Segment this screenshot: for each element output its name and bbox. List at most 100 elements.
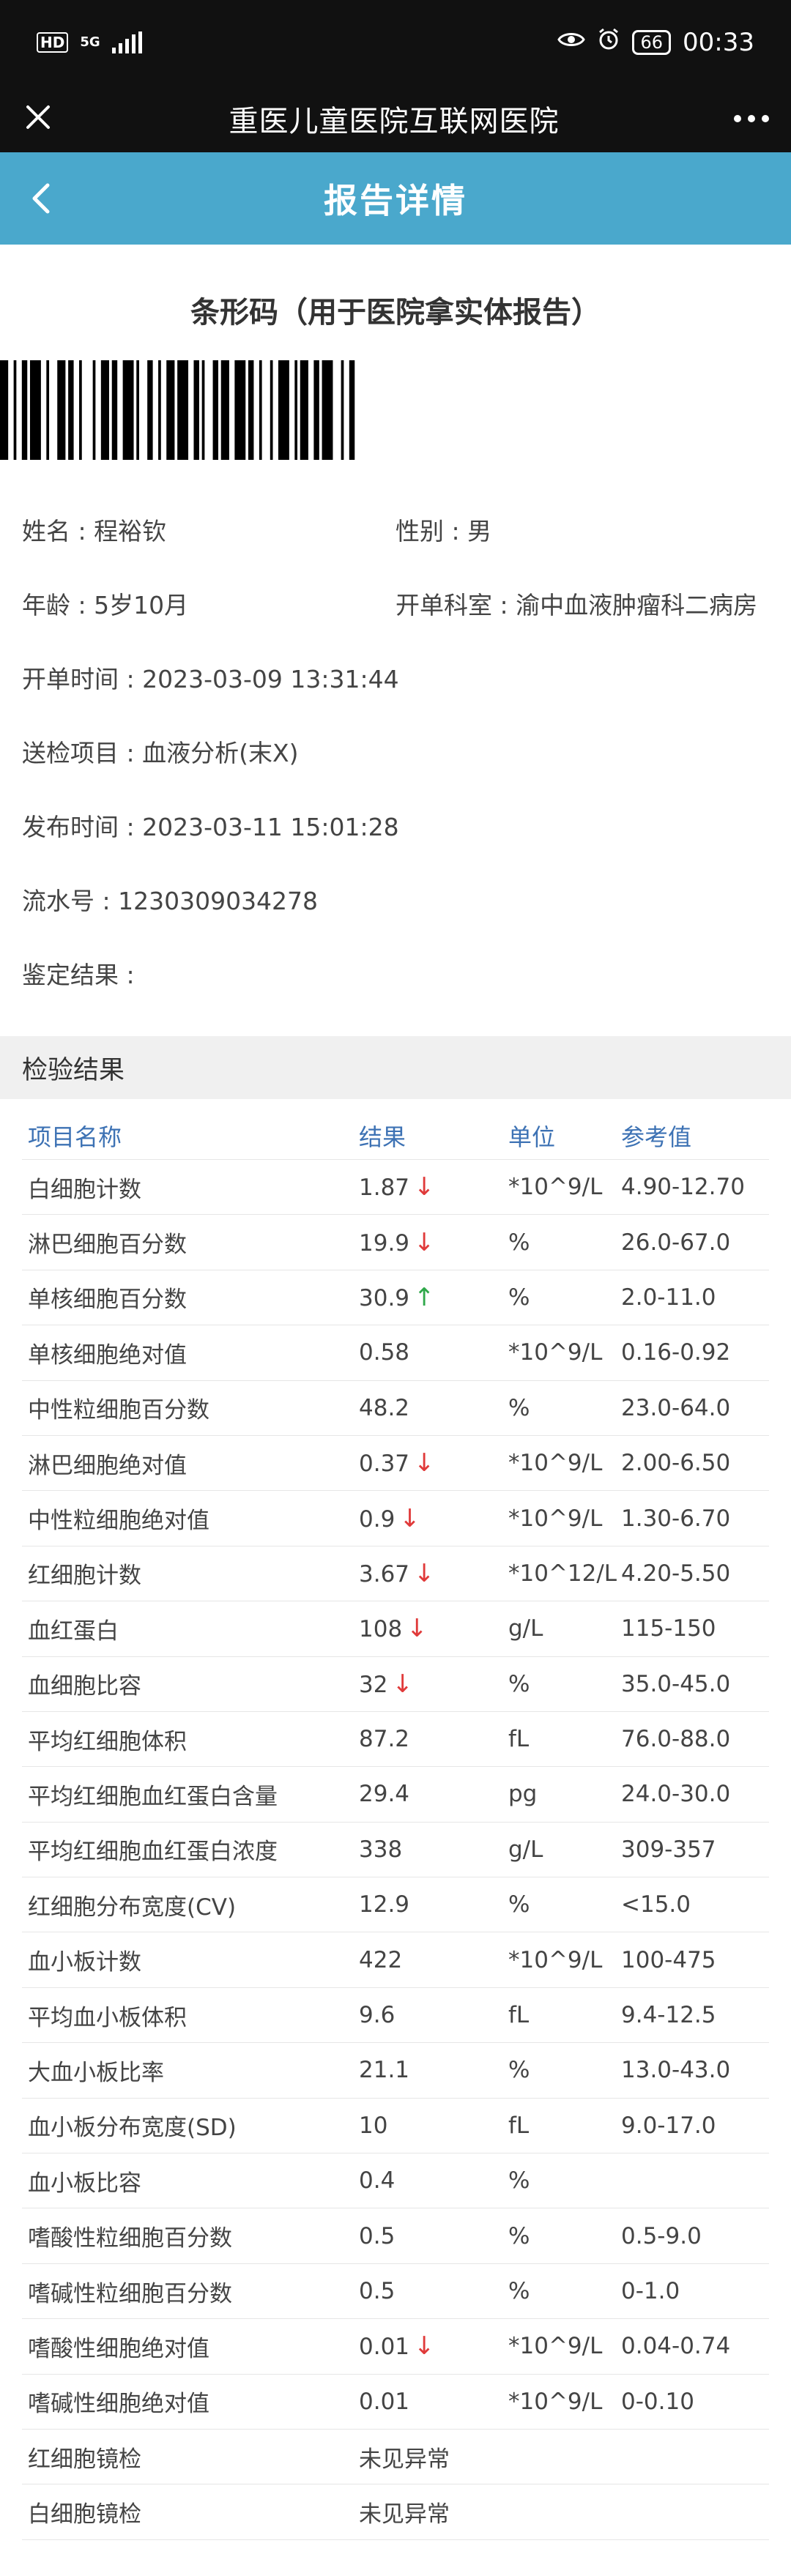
table-row: 红细胞分布宽度(CV) 12.9% <15.0 xyxy=(22,1877,769,1933)
result-value: 19.9 xyxy=(359,1229,410,1257)
more-icon[interactable] xyxy=(734,114,769,122)
result-value: 9.6 xyxy=(359,2002,396,2029)
item-name: 中性粒细胞绝对值 xyxy=(28,1508,209,1535)
result-value: 10 xyxy=(359,2112,388,2139)
item-unit: *10^9/L xyxy=(508,2388,603,2415)
barcode-title: 条形码（用于医院拿实体报告） xyxy=(190,296,601,330)
item-name: 血红蛋白 xyxy=(28,1618,119,1645)
barcode-bar xyxy=(68,360,74,460)
result-value: 0.01 xyxy=(359,2334,410,2361)
barcode-image xyxy=(0,360,355,460)
barcode-bar xyxy=(158,360,161,460)
status-bar: HD 5G 66 00:33 xyxy=(0,0,791,84)
item-name: 红细胞镜检 xyxy=(28,2446,141,2473)
hd-indicator: HD xyxy=(37,31,69,53)
barcode-bar xyxy=(201,360,205,460)
result-value: 32 xyxy=(359,1671,388,1698)
barcode-bar xyxy=(111,360,118,460)
item-unit: % xyxy=(508,2278,530,2304)
item-unit: *10^9/L xyxy=(508,1450,603,1477)
item-name: 单核细胞百分数 xyxy=(28,1287,187,1314)
patient-gender: 性别 : 男 xyxy=(396,516,492,546)
item-reference: 13.0-43.0 xyxy=(621,2057,731,2084)
item-name: 平均红细胞血红蛋白含量 xyxy=(28,1783,278,1810)
table-row: 嗜酸性粒细胞百分数 0.5% 0.5-9.0 xyxy=(22,2208,769,2264)
item-unit: *10^9/L xyxy=(508,1505,603,1532)
barcode-bar xyxy=(322,360,333,460)
barcode-bar xyxy=(13,360,17,460)
signal-icon xyxy=(111,31,142,53)
barcode-bar xyxy=(313,360,319,460)
item-result: 0.01 ↓ xyxy=(359,2331,508,2361)
item-name: 嗜碱性粒细胞百分数 xyxy=(28,2280,232,2307)
item-unit: % xyxy=(508,2057,530,2084)
table-row: 平均红细胞体积 87.2 fL 76.0-88.0 xyxy=(22,1712,769,1768)
item-reference: 24.0-30.0 xyxy=(621,1781,731,1808)
item-reference: 0-1.0 xyxy=(621,2278,680,2304)
table-row: 白细胞计数 1.87 ↓ *10^9/L 4.90-12.70 xyxy=(22,1160,769,1216)
item-name: 白细胞镜检 xyxy=(28,2501,141,2528)
item-result: 32 ↓ xyxy=(359,1669,508,1699)
item-result: 0.5 xyxy=(359,2223,508,2249)
item-result: 未见异常 xyxy=(359,2495,508,2528)
item-reference: 76.0-88.0 xyxy=(621,1726,731,1753)
battery-indicator: 66 xyxy=(632,29,672,55)
result-value: 3.67 xyxy=(359,1560,410,1587)
arrow-down-icon: ↓ xyxy=(414,1172,435,1202)
item-unit: *10^9/L xyxy=(508,2333,603,2360)
barcode-bar xyxy=(100,360,110,460)
table-row: 血细胞比容 32 ↓% 35.0-45.0 xyxy=(22,1657,769,1712)
item-name: 嗜酸性粒细胞百分数 xyxy=(28,2225,232,2252)
info-row: 年龄 : 5岁10月 开单科室 : 渝中血液肿瘤科二病房 xyxy=(22,566,769,640)
network-type: 5G xyxy=(80,34,100,50)
barcode-bar xyxy=(193,360,199,460)
item-result: 0.01 xyxy=(359,2389,508,2415)
item-reference: 100-475 xyxy=(621,1946,716,1973)
item-reference: 2.0-11.0 xyxy=(621,1284,716,1311)
item-reference: 23.0-64.0 xyxy=(621,1394,731,1421)
item-result: 0.58 xyxy=(359,1339,508,1366)
barcode-bar xyxy=(270,360,273,460)
result-value: 108 xyxy=(359,1616,403,1643)
info-row: 姓名 : 程裕钦 性别 : 男 xyxy=(22,492,769,566)
table-row: 血小板比容 0.4% xyxy=(22,2154,769,2209)
item-name: 单核细胞绝对值 xyxy=(28,1341,187,1369)
item-name: 血小板分布宽度(SD) xyxy=(28,2115,237,2142)
item-result: 9.6 xyxy=(359,2002,508,2028)
result-value: 29.4 xyxy=(359,1781,410,1808)
item-name: 红细胞计数 xyxy=(28,1563,141,1590)
item-reference: 0.16-0.92 xyxy=(621,1339,731,1366)
barcode-bar xyxy=(212,360,219,460)
item-result: 10 xyxy=(359,2112,508,2139)
result-value: 0.4 xyxy=(359,2167,396,2195)
item-reference: 1.30-6.70 xyxy=(621,1505,731,1532)
arrow-down-icon: ↓ xyxy=(392,1669,413,1699)
close-icon[interactable] xyxy=(22,101,54,136)
table-row: 红细胞计数 3.67 ↓ *10^12/L 4.20-5.50 xyxy=(22,1546,769,1602)
app-bar: 重医儿童医院互联网医院 xyxy=(0,84,791,152)
barcode-bar xyxy=(248,360,254,460)
diagnosis-result: 鉴定结果 : xyxy=(22,960,135,989)
arrow-down-icon: ↓ xyxy=(414,1448,435,1478)
header-reference: 参考值 xyxy=(621,1123,692,1151)
barcode-bar xyxy=(0,360,9,460)
barcode-bar xyxy=(46,360,50,460)
item-reference: 2.00-6.50 xyxy=(621,1450,731,1477)
barcode-bar xyxy=(29,360,41,460)
page-title: 报告详情 xyxy=(324,181,467,220)
result-value: 87.2 xyxy=(359,1726,410,1753)
result-value: 21.1 xyxy=(359,2057,410,2084)
alarm-icon xyxy=(597,28,620,57)
back-icon[interactable] xyxy=(15,172,67,225)
barcode-bar xyxy=(341,360,344,460)
item-reference: 0-0.10 xyxy=(621,2388,694,2415)
arrow-down-icon: ↓ xyxy=(414,2331,435,2361)
barcode-bar xyxy=(300,360,308,460)
order-department: 开单科室 : 渝中血液肿瘤科二病房 xyxy=(396,590,758,619)
order-time: 开单时间 : 2023-03-09 13:31:44 xyxy=(22,664,399,693)
barcode-bar xyxy=(122,360,134,460)
item-result: 29.4 xyxy=(359,1781,508,1807)
table-row: 血红蛋白 108 ↓ g/L 115-150 xyxy=(22,1601,769,1657)
item-result: 21.1 xyxy=(359,2057,508,2083)
table-row: 血小板分布宽度(SD) 10 fL 9.0-17.0 xyxy=(22,2099,769,2154)
